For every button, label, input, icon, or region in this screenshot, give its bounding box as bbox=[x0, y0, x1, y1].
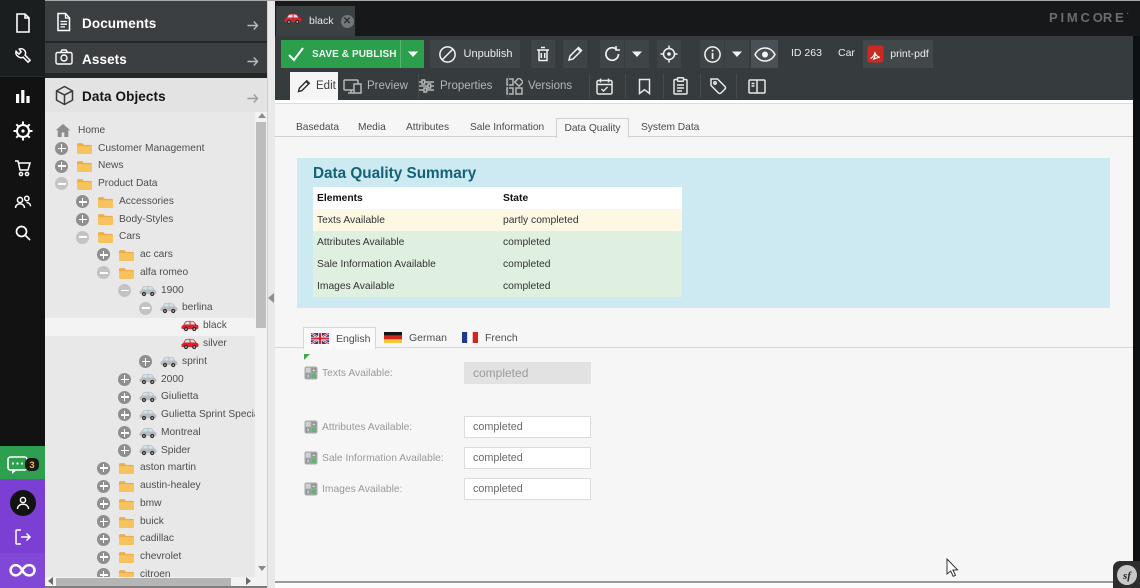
svg-text:+: + bbox=[312, 368, 315, 374]
svg-text:+: + bbox=[312, 453, 315, 459]
svg-text:3: 3 bbox=[29, 460, 34, 471]
svg-text:+: + bbox=[312, 484, 315, 490]
svg-text:+: + bbox=[312, 422, 315, 428]
svg-text:sf: sf bbox=[1122, 570, 1132, 582]
